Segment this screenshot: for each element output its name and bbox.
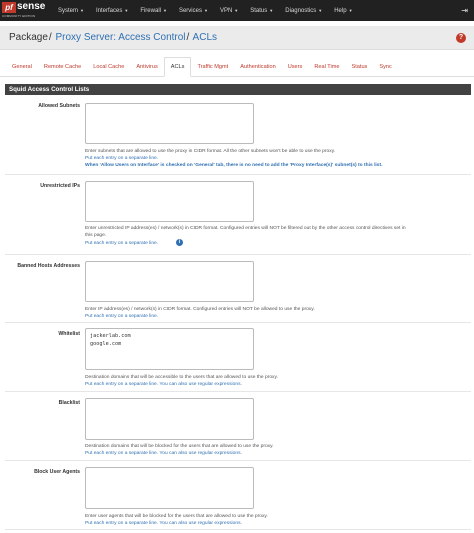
tab-real-time[interactable]: Real Time	[308, 57, 345, 76]
menu-label: Services	[178, 8, 202, 14]
banned-hosts-help-line: Put each entry on a separate line.	[85, 314, 159, 319]
menu-label: Help	[334, 8, 347, 14]
top-navbar: pf sense COMMUNITY EDITION System ▼ Inter…	[0, 0, 474, 21]
allowed-subnets-row: Allowed Subnets Enter subnets that are a…	[5, 96, 471, 175]
whitelist-row: Whitelist Destination domains that will …	[5, 324, 471, 392]
pfsense-logo[interactable]: pf sense COMMUNITY EDITION	[2, 1, 48, 19]
allowed-subnets-label: Allowed Subnets	[38, 103, 80, 109]
breadcrumb-proxy-access-control[interactable]: Proxy Server: Access Control	[55, 32, 185, 43]
tab-authentication[interactable]: Authentication	[234, 57, 281, 76]
caret-down-icon: ▼	[80, 8, 84, 13]
block-user-agents-label: Block User Agents	[34, 469, 80, 475]
menu-label: Status	[250, 8, 268, 14]
main-menu: System ▼ Interfaces ▼ Firewall ▼ Services ▼ …	[52, 0, 359, 21]
logo-edition: COMMUNITY EDITION	[2, 14, 36, 18]
tab-status[interactable]: Status	[346, 57, 374, 76]
banned-hosts-label: Banned Hosts Addresses	[17, 263, 80, 269]
blacklist-label: Blacklist	[58, 400, 80, 406]
whitelist-help-line: Put each entry on a separate line. You c…	[85, 382, 242, 387]
tab-bar: General Remote Cache Local Cache Antivir…	[0, 57, 474, 77]
whitelist-label: Whitelist	[58, 331, 80, 337]
blacklist-row: Blacklist Destination domains that will …	[5, 393, 471, 461]
help-icon[interactable]: ?	[456, 33, 466, 43]
whitelist-textarea[interactable]	[85, 328, 254, 370]
banned-hosts-textarea[interactable]	[85, 261, 254, 302]
caret-down-icon: ▼	[348, 8, 353, 13]
caret-down-icon: ▼	[124, 8, 129, 13]
menu-status[interactable]: Status ▼	[244, 0, 279, 21]
tab-local-cache[interactable]: Local Cache	[87, 57, 130, 76]
breadcrumb-separator: /	[186, 32, 190, 43]
menu-label: Diagnostics	[285, 8, 317, 14]
menu-system[interactable]: System ▼	[52, 0, 90, 21]
caret-down-icon: ▼	[318, 8, 323, 13]
menu-label: Firewall	[140, 8, 161, 14]
info-icon[interactable]: i	[176, 239, 183, 246]
unrestricted-ips-textarea[interactable]	[85, 181, 254, 222]
unrestricted-ips-label: Unrestricted IPs	[40, 183, 80, 189]
breadcrumb: Package/ Proxy Server: Access Control/ A…	[9, 26, 217, 50]
block-user-agents-help: Enter user agents that will be blocked f…	[85, 514, 268, 519]
allowed-subnets-note: When 'Allow Users on Interface' is check…	[85, 163, 383, 168]
tab-traffic-mgmt[interactable]: Traffic Mgmt	[191, 57, 234, 76]
allowed-subnets-help: Enter subnets that are allowed to use th…	[85, 149, 336, 154]
unrestricted-ips-row: Unrestricted IPs Enter unrestricted IP a…	[5, 176, 471, 255]
allowed-subnets-textarea[interactable]	[85, 103, 254, 144]
whitelist-help: Destination domains that will be accessi…	[85, 375, 278, 380]
menu-label: Interfaces	[95, 8, 123, 14]
logo-word: sense	[17, 1, 46, 12]
tab-sync[interactable]: Sync	[373, 57, 397, 76]
tab-general[interactable]: General	[6, 57, 38, 76]
caret-down-icon: ▼	[162, 8, 167, 13]
tab-antivirus[interactable]: Antivirus	[130, 57, 163, 76]
tab-acls[interactable]: ACLs	[163, 57, 192, 77]
unrestricted-ips-help-line: Put each entry on a separate line.	[85, 241, 159, 246]
menu-help[interactable]: Help ▼	[328, 0, 358, 21]
menu-diagnostics[interactable]: Diagnostics ▼	[279, 0, 328, 21]
breadcrumb-bar: Package/ Proxy Server: Access Control/ A…	[0, 26, 474, 50]
breadcrumb-separator: /	[48, 32, 52, 43]
menu-firewall[interactable]: Firewall ▼	[134, 0, 173, 21]
menu-services[interactable]: Services ▼	[173, 0, 214, 21]
blacklist-help-line: Put each entry on a separate line. You c…	[85, 451, 242, 456]
unrestricted-ips-help: Enter unrestricted IP address(es) / netw…	[85, 226, 406, 231]
unrestricted-ips-help-cont: this page.	[85, 233, 107, 238]
menu-vpn[interactable]: VPN ▼	[214, 0, 244, 21]
block-user-agents-textarea[interactable]	[85, 467, 254, 509]
banned-hosts-help: Enter IP address(es) / network(s) in CID…	[85, 307, 315, 312]
logout-icon[interactable]: ⇥	[461, 0, 468, 21]
breadcrumb-acls[interactable]: ACLs	[193, 32, 217, 43]
block-user-agents-help-line: Put each entry on a separate line. You c…	[85, 521, 242, 526]
tab-users[interactable]: Users	[282, 57, 309, 76]
caret-down-icon: ▼	[269, 8, 274, 13]
banned-hosts-row: Banned Hosts Addresses Enter IP address(…	[5, 256, 471, 323]
blacklist-textarea[interactable]	[85, 398, 254, 440]
breadcrumb-root: Package	[9, 32, 48, 43]
caret-down-icon: ▼	[203, 8, 208, 13]
tab-remote-cache[interactable]: Remote Cache	[38, 57, 87, 76]
block-user-agents-row: Block User Agents Enter user agents that…	[5, 462, 471, 530]
caret-down-icon: ▼	[234, 8, 239, 13]
section-title: Squid Access Control Lists	[5, 84, 471, 95]
menu-label: VPN	[219, 8, 233, 14]
menu-label: System	[58, 8, 79, 14]
logo-mark: pf	[2, 2, 16, 13]
allowed-subnets-help-line: Put each entry on a separate line.	[85, 156, 159, 161]
blacklist-help: Destination domains that will be blocked…	[85, 444, 274, 449]
menu-interfaces[interactable]: Interfaces ▼	[90, 0, 134, 21]
